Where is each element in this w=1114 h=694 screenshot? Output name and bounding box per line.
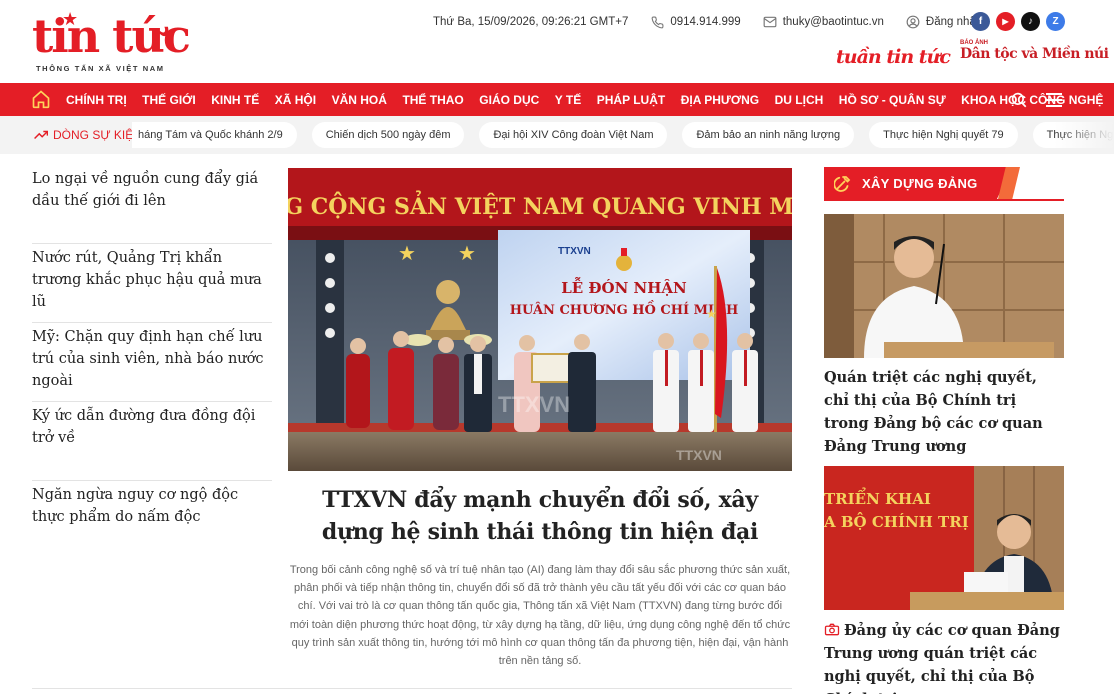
news-link[interactable]: Ngăn ngừa nguy cơ ngộ độc thực phẩm do n… <box>32 484 272 528</box>
mail-icon <box>763 15 777 29</box>
logo-subtitle: THÔNG TẤN XÃ VIỆT NAM <box>36 64 165 73</box>
hammer-sickle-icon <box>833 174 852 192</box>
list-item: Ngăn ngừa nguy cơ ngộ độc thực phẩm do n… <box>32 481 272 560</box>
phone-icon <box>650 15 664 29</box>
nav-item-du-lich[interactable]: DU LỊCH <box>775 93 824 107</box>
right-image-text-2: A BỘ CHÍNH TRỊ <box>824 512 969 531</box>
nav-item-the-thao[interactable]: THỂ THAO <box>402 93 463 107</box>
right-image-text-1: TRIỂN KHAI <box>824 487 931 508</box>
nav-item-ho-so-quan-su[interactable]: HỒ SƠ - QUÂN SỰ <box>839 93 946 107</box>
user-icon <box>906 15 920 29</box>
hero-banner-text: ĐẢNG CỘNG SẢN VIỆT NAM QUANG VINH MUÔN <box>288 190 792 220</box>
trending-chip[interactable]: Đại hội XIV Công đoàn Việt Nam <box>479 122 668 148</box>
list-item: Mỹ: Chặn quy định hạn chế lưu trú của si… <box>32 323 272 402</box>
hotline[interactable]: 0914.914.999 <box>650 15 741 29</box>
site-logo[interactable]: tin tức ★ THÔNG TẤN XÃ VIỆT NAM <box>32 6 202 74</box>
nav-item-xa-hoi[interactable]: XÃ HỘI <box>275 93 316 107</box>
brand-dtmn-label: Dân tộc và Miền núi <box>960 46 1109 62</box>
hero-watermark: TTXVN <box>676 447 722 463</box>
right-article-title-text: Đảng ủy các cơ quan Đảng Trung ương quán… <box>824 622 1060 694</box>
facebook-icon[interactable]: f <box>971 12 990 31</box>
nav-item-kinh-te[interactable]: KINH TẾ <box>211 93 259 107</box>
nav-item-the-gioi[interactable]: THẾ GIỚI <box>142 93 196 107</box>
trending-up-icon <box>34 130 48 140</box>
zalo-icon[interactable]: Z <box>1046 12 1065 31</box>
nav-item-y-te[interactable]: Y TẾ <box>555 93 581 107</box>
right-article-title[interactable]: Đảng ủy các cơ quan Đảng Trung ương quán… <box>824 619 1064 694</box>
section-title: XÂY DỰNG ĐẢNG <box>862 176 978 191</box>
trending-label: DÒNG SỰ KIỆN: <box>34 128 145 142</box>
trending-bar: DÒNG SỰ KIỆN: háng Tám và Quốc khánh 2/9… <box>0 116 1114 154</box>
nav-item-khoa-hoc-cong-nghe[interactable]: KHOA HỌC CÔNG NGHỆ <box>961 93 1103 107</box>
header-meta: Thứ Ba, 15/09/2026, 09:26:21 GMT+7 0914.… <box>433 14 1004 30</box>
brand-dtmn-top: BÁO ẢNH <box>960 40 988 46</box>
main-article-sapo: Trong bối cảnh công nghệ số và trí tuệ n… <box>289 564 791 668</box>
star-icon: ★ <box>62 9 79 29</box>
current-datetime: Thứ Ba, 15/09/2026, 09:26:21 GMT+7 <box>433 16 629 28</box>
trending-fade <box>1054 116 1114 154</box>
hero-screen-line2: HUÂN CHƯƠNG HỒ CHÍ MINH <box>510 300 739 318</box>
nav-item-giao-duc[interactable]: GIÁO DỤC <box>479 93 539 107</box>
contact-email[interactable]: thuky@baotintuc.vn <box>763 15 884 29</box>
right-article-image[interactable]: TRIỂN KHAI A BỘ CHÍNH TRỊ <box>824 466 1064 610</box>
nav-item-phap-luat[interactable]: PHÁP LUẬT <box>597 93 665 107</box>
search-icon[interactable] <box>1010 91 1028 109</box>
right-article-image[interactable] <box>824 214 1064 358</box>
email-address: thuky@baotintuc.vn <box>782 16 884 28</box>
hamburger-menu-icon[interactable] <box>1045 92 1063 108</box>
divider <box>32 688 792 689</box>
home-icon[interactable] <box>31 89 51 109</box>
news-link[interactable]: Nước rút, Quảng Trị khẩn trương khắc phụ… <box>32 247 272 313</box>
star-icon: ★ <box>398 243 416 265</box>
section-header[interactable]: XÂY DỰNG ĐẢNG <box>824 167 1064 201</box>
nav-item-chinh-tri[interactable]: CHÍNH TRỊ <box>66 93 127 107</box>
main-article-image[interactable]: ĐẢNG CỘNG SẢN VIỆT NAM QUANG VINH MUÔN ★… <box>288 168 792 471</box>
list-item: Lo ngại về nguồn cung đẩy giá dầu thế gi… <box>32 165 272 244</box>
trending-chips: háng Tám và Quốc khánh 2/9 Chiến dịch 50… <box>132 122 1114 148</box>
camera-icon <box>824 623 840 636</box>
trending-chip[interactable]: Chiến dịch 500 ngày đêm <box>311 122 465 148</box>
trending-chip[interactable]: Đảm bảo an ninh năng lượng <box>682 122 855 148</box>
nav-menu-items: CHÍNH TRỊ THẾ GIỚI KINH TẾ XÃ HỘI VĂN HO… <box>66 83 1114 116</box>
list-item: Nước rút, Quảng Trị khẩn trương khắc phụ… <box>32 244 272 323</box>
star-icon: ★ <box>706 307 717 321</box>
phone-number: 0914.914.999 <box>670 16 741 28</box>
youtube-icon[interactable]: ▶ <box>996 12 1015 31</box>
logo-wordmark: tin tức <box>32 9 191 63</box>
list-item: Ký ức dẫn đường đưa đồng đội trở về <box>32 402 272 481</box>
tiktok-icon[interactable]: ♪ <box>1021 12 1040 31</box>
news-link[interactable]: Ký ức dẫn đường đưa đồng đội trở về <box>32 405 272 449</box>
hero-screen-logo: TTXVN <box>558 246 591 257</box>
star-icon: ★ <box>458 243 476 265</box>
main-article-title[interactable]: TTXVN đẩy mạnh chuyển đổi số, xây dựng h… <box>288 484 792 548</box>
nav-item-van-hoa[interactable]: VĂN HOÁ <box>332 93 387 107</box>
hero-watermark: TTXVN <box>498 392 570 417</box>
brand-dan-toc-mien-nui[interactable]: BÁO ẢNH Dân tộc và Miền núi <box>960 40 1109 62</box>
trending-chip[interactable]: háng Tám và Quốc khánh 2/9 <box>132 122 297 148</box>
site-header: tin tức ★ THÔNG TẤN XÃ VIỆT NAM Thứ Ba, … <box>0 0 1114 83</box>
hero-screen-line1: LỄ ĐÓN NHẬN <box>561 276 687 297</box>
news-link[interactable]: Mỹ: Chặn quy định hạn chế lưu trú của si… <box>32 326 272 392</box>
nav-item-dia-phuong[interactable]: ĐỊA PHƯƠNG <box>681 93 759 107</box>
social-links: f ▶ ♪ Z <box>971 12 1071 31</box>
left-news-list: Lo ngại về nguồn cung đẩy giá dầu thế gi… <box>32 165 272 560</box>
main-nav: CHÍNH TRỊ THẾ GIỚI KINH TẾ XÃ HỘI VĂN HO… <box>0 83 1114 116</box>
trending-chip[interactable]: Thực hiện Nghị quyết 79 <box>869 122 1018 148</box>
right-column: XÂY DỰNG ĐẢNG Quán triệt các nghị quyết,… <box>824 167 1064 694</box>
brand-tuan-tin-tuc[interactable]: tuần tin tức <box>836 46 951 68</box>
right-article-title[interactable]: Quán triệt các nghị quyết, chỉ thị của B… <box>824 366 1064 458</box>
news-link[interactable]: Lo ngại về nguồn cung đẩy giá dầu thế gi… <box>32 168 272 212</box>
